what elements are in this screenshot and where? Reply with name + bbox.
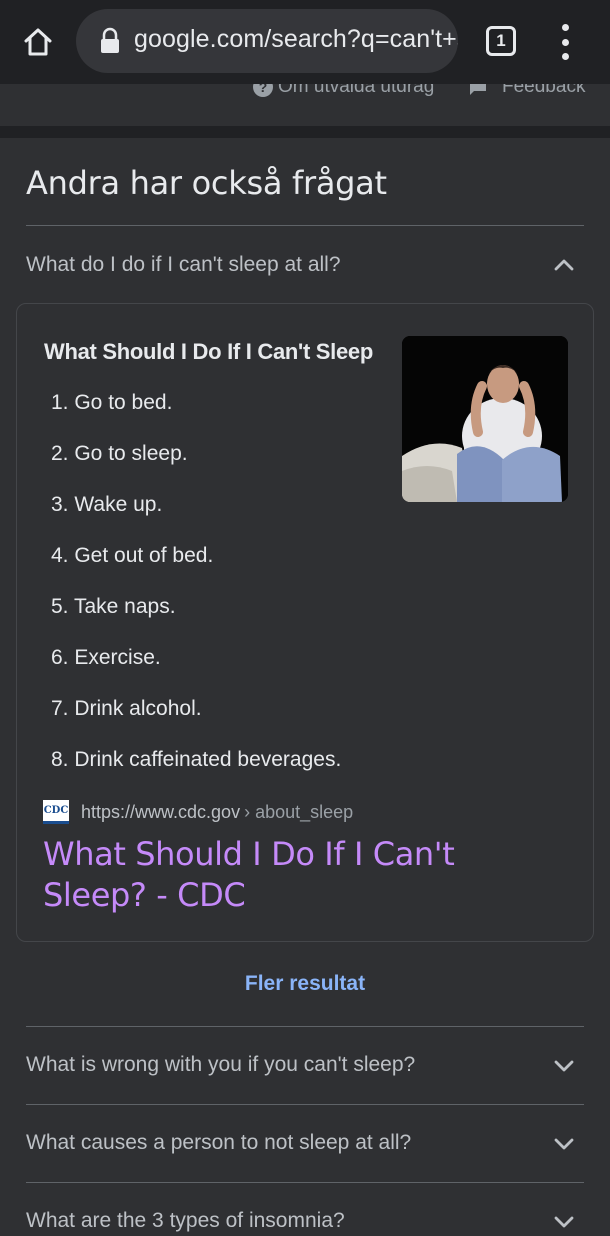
answer-card: What Should I Do If I Can't Sleep 1. Go … xyxy=(16,303,594,942)
lock-icon xyxy=(101,27,119,53)
home-icon xyxy=(24,28,52,56)
snippet-footer-row: ? Om utvalda utdrag Feedback xyxy=(0,84,610,126)
list-item: 8. Drink caffeinated beverages. xyxy=(51,748,342,771)
divider xyxy=(26,225,584,226)
question-collapsed[interactable]: What are the 3 types of insomnia? xyxy=(26,1206,584,1236)
feedback-link[interactable]: Feedback xyxy=(468,84,585,98)
question-text: What do I do if I can't sleep at all? xyxy=(26,253,341,276)
question-text: What causes a person to not sleep at all… xyxy=(26,1131,412,1154)
question-expanded[interactable]: What do I do if I can't sleep at all? xyxy=(26,250,584,280)
question-collapsed[interactable]: What is wrong with you if you can't slee… xyxy=(26,1050,584,1080)
divider xyxy=(26,1182,584,1183)
chevron-down-icon xyxy=(554,1138,574,1150)
svg-text:?: ? xyxy=(259,84,268,95)
list-item: 3. Wake up. xyxy=(51,493,163,516)
tab-switcher-button[interactable]: 1 xyxy=(486,26,516,56)
cdc-favicon-icon: CDC xyxy=(43,800,69,824)
menu-dot-icon xyxy=(561,38,569,46)
answer-steps-list: 1. Go to bed. 2. Go to sleep. 3. Wake up… xyxy=(51,388,341,796)
home-button[interactable] xyxy=(16,20,60,64)
answer-thumbnail[interactable] xyxy=(402,336,568,502)
about-snippets-label: Om utvalda utdrag xyxy=(278,84,435,97)
list-item: 1. Go to bed. xyxy=(51,391,173,414)
feedback-icon xyxy=(470,84,486,95)
question-text: What is wrong with you if you can't slee… xyxy=(26,1053,416,1076)
sleepless-person-image xyxy=(402,336,568,502)
source-row[interactable]: CDC https://www.cdc.gov › about_sleep xyxy=(43,800,353,824)
divider xyxy=(26,1104,584,1105)
question-collapsed[interactable]: What causes a person to not sleep at all… xyxy=(26,1128,584,1158)
address-bar[interactable]: google.com/search?q=can't+sleep xyxy=(76,9,458,73)
overflow-menu-button[interactable] xyxy=(552,24,578,60)
menu-dot-icon xyxy=(561,53,569,60)
about-snippets-link[interactable]: ? Om utvalda utdrag xyxy=(252,84,434,98)
url-text: google.com/search?q=can't+sleep xyxy=(134,25,458,53)
result-title-link[interactable]: What Should I Do If I Can't Sleep? - CDC xyxy=(43,834,563,916)
list-item: 2. Go to sleep. xyxy=(51,442,188,465)
source-url: https://www.cdc.gov xyxy=(81,801,241,822)
list-item: 7. Drink alcohol. xyxy=(51,697,202,720)
more-results-button[interactable]: Fler resultat xyxy=(0,972,610,996)
question-text: What are the 3 types of insomnia? xyxy=(26,1209,345,1232)
tab-count: 1 xyxy=(496,31,506,50)
divider xyxy=(26,1026,584,1027)
list-item: 6. Exercise. xyxy=(51,646,161,669)
chevron-up-icon xyxy=(554,259,574,271)
chevron-down-icon xyxy=(554,1060,574,1072)
feedback-label: Feedback xyxy=(502,84,586,97)
people-also-ask-title: Andra har också frågat xyxy=(26,164,387,202)
chevron-down-icon xyxy=(554,1216,574,1228)
section-divider xyxy=(0,126,610,138)
source-path: › about_sleep xyxy=(244,801,354,822)
list-item: 5. Take naps. xyxy=(51,595,176,618)
browser-toolbar: google.com/search?q=can't+sleep 1 xyxy=(0,0,610,84)
help-icon: ? xyxy=(253,84,273,97)
list-item: 4. Get out of bed. xyxy=(51,544,214,567)
menu-dot-icon xyxy=(561,24,569,31)
answer-heading: What Should I Do If I Can't Sleep xyxy=(44,339,373,364)
